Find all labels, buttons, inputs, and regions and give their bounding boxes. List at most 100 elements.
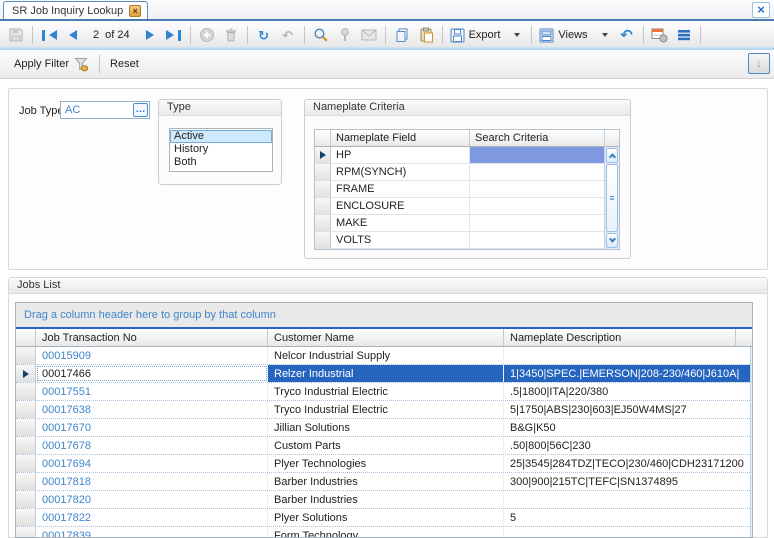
- refresh-button[interactable]: ↻: [252, 25, 276, 45]
- nameplate-description-cell[interactable]: 25|3545|284TDZ|TECO|230/460|CDH23171200: [504, 455, 750, 472]
- save-button[interactable]: [4, 25, 28, 45]
- jobs-table-row[interactable]: 00017638Tryco Industrial Electric5|1750|…: [16, 401, 750, 419]
- job-type-input[interactable]: AC …: [60, 101, 150, 119]
- row-selector[interactable]: [315, 215, 331, 232]
- jobs-table-row[interactable]: 00015909Nelcor Industrial Supply: [16, 347, 750, 365]
- customer-name-cell[interactable]: Jillian Solutions: [268, 419, 504, 436]
- row-selector[interactable]: [315, 198, 331, 215]
- customer-name-cell[interactable]: Nelcor Industrial Supply: [268, 347, 504, 364]
- nameplate-description-cell[interactable]: B&G|K50: [504, 419, 750, 436]
- views-dropdown-button[interactable]: [591, 25, 615, 45]
- customer-name-cell[interactable]: Tryco Industrial Electric: [268, 383, 504, 400]
- jobs-scrollbar[interactable]: ≡: [750, 347, 753, 537]
- window-close-icon[interactable]: ×: [752, 2, 770, 18]
- nameplate-description-cell[interactable]: .50|800|56C|230: [504, 437, 750, 454]
- apply-filter-button[interactable]: Apply Filter: [8, 53, 95, 75]
- paste-button[interactable]: [414, 25, 438, 45]
- job-transaction-no-cell[interactable]: 00017670: [36, 419, 268, 436]
- job-transaction-no-cell[interactable]: 00017818: [36, 473, 268, 490]
- search-criteria-header[interactable]: Search Criteria: [470, 130, 604, 147]
- pin-button[interactable]: [333, 25, 357, 45]
- last-record-button[interactable]: [162, 25, 186, 45]
- scroll-down-button[interactable]: [606, 233, 618, 248]
- scrollbar-thumb[interactable]: ≡: [752, 364, 753, 474]
- add-record-button[interactable]: [195, 25, 219, 45]
- customer-name-cell[interactable]: Barber Industries: [268, 491, 504, 508]
- undo-button[interactable]: ↶: [276, 25, 300, 45]
- row-selector[interactable]: [16, 473, 36, 490]
- first-record-button[interactable]: [37, 25, 61, 45]
- tab-close-icon[interactable]: ×: [129, 5, 141, 17]
- customer-name-cell[interactable]: Custom Parts: [268, 437, 504, 454]
- search-criteria-cell[interactable]: [470, 164, 604, 181]
- type-option-both[interactable]: Both: [170, 156, 272, 169]
- jobs-table-row[interactable]: 00017551Tryco Industrial Electric.5|1800…: [16, 383, 750, 401]
- row-selector[interactable]: [16, 509, 36, 526]
- nameplate-description-cell[interactable]: 5: [504, 509, 750, 526]
- row-selector[interactable]: [16, 401, 36, 418]
- nameplate-field-cell[interactable]: FRAME: [331, 181, 470, 198]
- menu-list-button[interactable]: [672, 25, 696, 45]
- nameplate-scrollbar[interactable]: ≡: [604, 130, 619, 249]
- search-criteria-cell[interactable]: [470, 181, 604, 198]
- job-transaction-no-cell[interactable]: 00017822: [36, 509, 268, 526]
- nameplate-description-cell[interactable]: [504, 347, 750, 364]
- job-transaction-no-cell[interactable]: 00015909: [36, 347, 268, 364]
- customize-grid-button[interactable]: [648, 25, 672, 45]
- next-record-button[interactable]: [138, 25, 162, 45]
- job-transaction-no-cell[interactable]: 00017551: [36, 383, 268, 400]
- nameplate-description-cell[interactable]: .5|1800|ITA|220/380: [504, 383, 750, 400]
- jobs-table-row[interactable]: 00017466Relzer Industrial1|3450|SPEC.|EM…: [16, 365, 750, 383]
- row-selector[interactable]: [315, 181, 331, 198]
- group-by-panel[interactable]: Drag a column header here to group by th…: [16, 303, 752, 329]
- nameplate-description-cell[interactable]: [504, 491, 750, 508]
- current-row-indicator[interactable]: [315, 147, 331, 164]
- row-selector[interactable]: [315, 164, 331, 181]
- job-transaction-no-cell[interactable]: 00017694: [36, 455, 268, 472]
- search-criteria-cell[interactable]: [470, 215, 604, 232]
- nameplate-field-cell[interactable]: VOLTS: [331, 232, 470, 249]
- customer-name-cell[interactable]: Tryco Industrial Electric: [268, 401, 504, 418]
- current-row-indicator[interactable]: [16, 365, 36, 382]
- export-dropdown-button[interactable]: [503, 25, 527, 45]
- nameplate-field-cell[interactable]: MAKE: [331, 215, 470, 232]
- customer-name-cell[interactable]: Plyer Solutions: [268, 509, 504, 526]
- customer-name-cell[interactable]: Relzer Industrial: [268, 365, 504, 382]
- job-transaction-no-cell[interactable]: 00017820: [36, 491, 268, 508]
- job-transaction-no-cell[interactable]: 00017466: [36, 365, 268, 382]
- jobs-table-row[interactable]: 00017822Plyer Solutions5: [16, 509, 750, 527]
- mail-button[interactable]: [357, 25, 381, 45]
- nameplate-description-cell[interactable]: 5|1750|ABS|230|603|EJ50W4MS|27: [504, 401, 750, 418]
- job-transaction-no-header[interactable]: Job Transaction No: [36, 329, 268, 347]
- search-criteria-cell[interactable]: [470, 198, 604, 215]
- row-selector[interactable]: [16, 419, 36, 436]
- jobs-table-row[interactable]: 00017694Plyer Technologies25|3545|284TDZ…: [16, 455, 750, 473]
- scroll-up-button[interactable]: [752, 348, 753, 363]
- delete-record-button[interactable]: [219, 25, 243, 45]
- customer-name-cell[interactable]: Plyer Technologies: [268, 455, 504, 472]
- job-transaction-no-cell[interactable]: 00017638: [36, 401, 268, 418]
- scroll-down-button[interactable]: [752, 521, 753, 536]
- customer-name-cell[interactable]: Form Technology: [268, 527, 504, 538]
- export-button[interactable]: Export: [447, 25, 504, 45]
- zoom-search-button[interactable]: [309, 25, 333, 45]
- job-type-lookup-button[interactable]: …: [133, 103, 148, 117]
- row-selector[interactable]: [16, 437, 36, 454]
- search-criteria-cell[interactable]: [470, 147, 604, 164]
- collapse-panel-button[interactable]: ↓: [748, 53, 770, 74]
- tab-sr-job-inquiry-lookup[interactable]: SR Job Inquiry Lookup ×: [3, 1, 148, 19]
- row-selector[interactable]: [16, 491, 36, 508]
- previous-record-button[interactable]: [61, 25, 85, 45]
- row-selector[interactable]: [16, 455, 36, 472]
- nameplate-description-cell[interactable]: 1|3450|SPEC.|EMERSON|208-230/460|J610A|: [504, 365, 750, 382]
- scrollbar-thumb[interactable]: ≡: [606, 164, 618, 232]
- row-selector[interactable]: [16, 383, 36, 400]
- row-selector[interactable]: [16, 527, 36, 538]
- jobs-table-row[interactable]: 00017820Barber Industries: [16, 491, 750, 509]
- type-option-history[interactable]: History: [170, 143, 272, 156]
- copy-button[interactable]: [390, 25, 414, 45]
- nameplate-description-cell[interactable]: [504, 527, 750, 538]
- scrollbar-track[interactable]: [751, 474, 753, 520]
- nameplate-field-cell[interactable]: HP: [331, 147, 470, 164]
- scroll-up-button[interactable]: [606, 148, 618, 163]
